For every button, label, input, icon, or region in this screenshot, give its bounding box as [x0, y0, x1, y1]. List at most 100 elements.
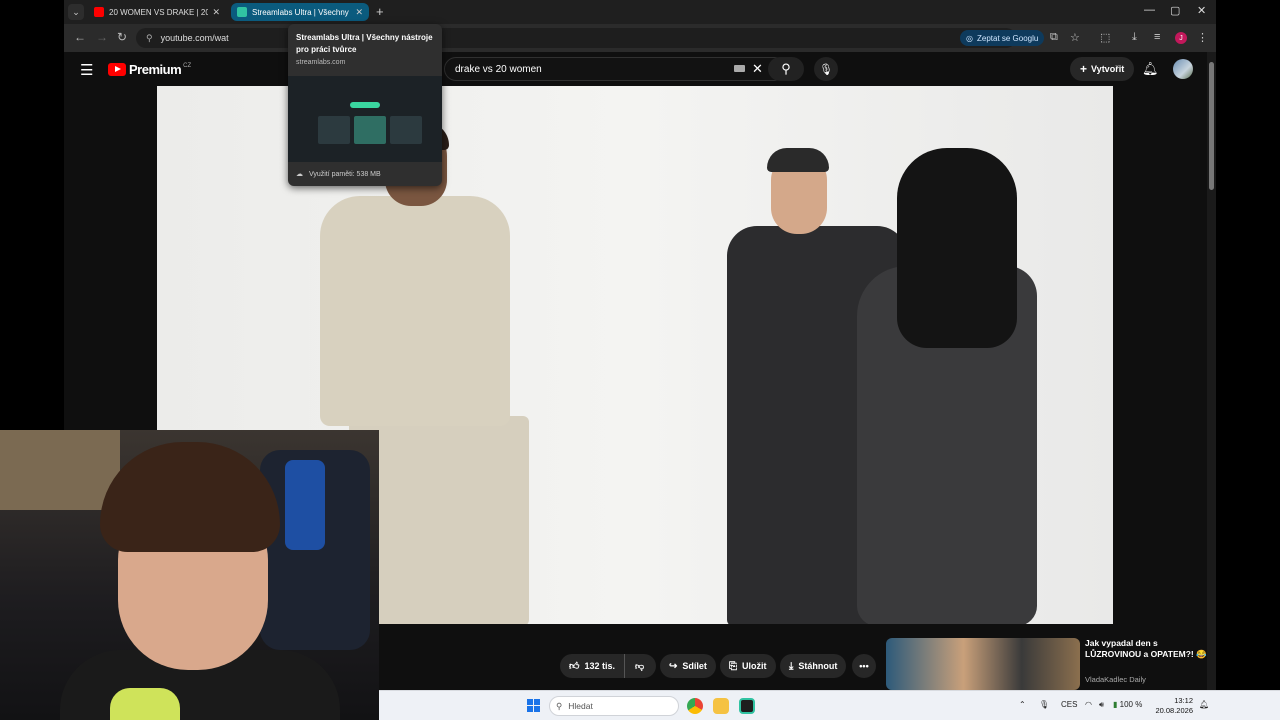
tab-search-button[interactable]: ⌄ [68, 4, 84, 20]
share-button[interactable]: ↪ Sdílet [660, 654, 716, 678]
create-button[interactable]: + Vytvořit [1070, 57, 1135, 81]
volume-icon[interactable]: 🔊︎ [1099, 700, 1104, 710]
bookmark-star-icon[interactable]: ☆ [1070, 31, 1080, 44]
person-figure [897, 148, 1017, 348]
gaming-chair [285, 460, 325, 550]
create-label: Vytvořit [1091, 64, 1125, 74]
search-icon: ⚲ [556, 700, 563, 711]
webcam-overlay [0, 430, 379, 720]
microphone-icon[interactable]: 🎙︎ [1039, 700, 1049, 709]
search-button[interactable]: ⚲ [768, 57, 804, 81]
hover-card-domain: streamlabs.com [296, 59, 346, 66]
account-avatar[interactable] [1173, 59, 1193, 79]
tab-close-icon[interactable]: ✕ [355, 7, 363, 18]
save-label: Uložit [742, 661, 767, 671]
clock-date: 20.08.2026 [1155, 706, 1193, 715]
streamlabs-favicon-icon [237, 7, 247, 17]
memory-icon: ☁ [296, 171, 303, 178]
youtube-premium-logo[interactable]: Premium CZ [108, 62, 191, 77]
site-info-icon[interactable]: ⚲ [146, 33, 153, 44]
tab-close-icon[interactable]: ✕ [212, 7, 220, 18]
recommendation-thumbnail[interactable] [886, 638, 1080, 690]
tab-label: 20 WOMEN VS DRAKE | 20 V 1 [109, 7, 209, 17]
tab-label: Streamlabs Ultra | Všechny nás [252, 7, 351, 17]
battery-percent: 100 % [1119, 700, 1143, 709]
preview-card [390, 116, 422, 144]
tab-streamlabs[interactable]: Streamlabs Ultra | Všechny nás ✕ [231, 3, 369, 21]
search-query: drake vs 20 women [455, 63, 542, 75]
file-explorer-icon[interactable] [713, 698, 729, 714]
battery-indicator[interactable]: ▮ 100 % [1113, 700, 1142, 709]
clear-search-icon[interactable]: ✕ [752, 61, 763, 77]
app-icon[interactable] [739, 698, 755, 714]
lens-icon: ◎ [966, 33, 973, 43]
taskbar-search-input[interactable]: ⚲ Hledat [549, 696, 679, 716]
hover-card-memory: ☁ Využití paměti: 538 MB [296, 170, 381, 178]
address-toolbar: ← → ↻ ⚲ youtube.com/wat ◎ Zeptat se Goog… [64, 24, 1216, 52]
system-clock[interactable]: 13:12 20.08.2026 [1153, 696, 1193, 716]
youtube-play-icon [108, 63, 126, 76]
install-app-icon[interactable]: ⧉ [1050, 31, 1058, 44]
share-label: Sdílet [682, 661, 707, 671]
keyboard-icon[interactable] [734, 65, 745, 72]
back-icon[interactable]: ← [74, 30, 86, 44]
thumbs-down-icon: 👎︎ [635, 660, 645, 671]
preview-cta [350, 102, 380, 108]
maximize-icon[interactable]: ▢ [1170, 4, 1180, 17]
hamburger-menu-icon[interactable]: ☰ [80, 61, 93, 79]
more-actions-button[interactable]: ••• [852, 654, 876, 678]
reading-list-icon[interactable]: ≡ [1154, 31, 1160, 43]
show-hidden-icons[interactable]: ⌃ [1019, 700, 1026, 709]
wifi-icon[interactable]: ◠ [1085, 700, 1092, 709]
recommendation-channel[interactable]: VladaKadlec Daily [1085, 675, 1146, 684]
download-button[interactable]: ⤓ Stáhnout [780, 654, 847, 678]
profile-avatar[interactable]: J [1175, 32, 1187, 44]
reload-icon[interactable]: ↻ [117, 30, 127, 44]
forward-icon[interactable]: → [96, 30, 108, 44]
like-count: 132 tis. [584, 661, 615, 671]
screen: ⌄ 20 WOMEN VS DRAKE | 20 V 1 ✕ Streamlab… [0, 0, 1280, 720]
memory-text: Využití paměti: 538 MB [308, 171, 381, 178]
ask-google-button[interactable]: ◎ Zeptat se Googlu [960, 30, 1045, 46]
download-label: Stáhnout [798, 661, 838, 671]
thumbs-up-icon: 👍︎ [569, 661, 580, 672]
download-icon: ⤓ [789, 660, 794, 672]
windows-taskbar: ⚲ Hledat ⌃ 🎙︎ CES ◠ 🔊︎ ▮ 100 % 13:12 20.… [379, 690, 1280, 720]
person-figure [320, 196, 510, 426]
microphone-icon: 🎙︎ [819, 63, 833, 76]
preview-card [318, 116, 350, 144]
clock-time: 13:12 [1174, 696, 1193, 705]
share-icon: ↪ [669, 660, 678, 672]
url-text: youtube.com/wat [160, 33, 229, 43]
windows-start-icon[interactable] [527, 699, 541, 713]
menu-kebab-icon[interactable]: ⋮ [1197, 31, 1208, 44]
logo-word: Premium [129, 62, 182, 77]
notifications-icon[interactable]: 🔔︎ [1199, 700, 1209, 709]
plus-icon: + [1080, 62, 1088, 76]
new-tab-icon[interactable]: + [376, 4, 384, 19]
notifications-bell-icon[interactable]: 🔔︎ [1142, 61, 1159, 77]
close-window-icon[interactable]: ✕ [1197, 4, 1206, 17]
bottle [110, 688, 180, 720]
person-figure [767, 148, 829, 172]
language-indicator[interactable]: CES [1061, 700, 1077, 709]
more-horizontal-icon: ••• [859, 661, 869, 671]
webcam-background [0, 430, 120, 510]
extensions-icon[interactable]: ⬚ [1100, 31, 1110, 44]
recommendation-title[interactable]: Jak vypadal den s LŮZROVINOU a OPATEM?! … [1085, 638, 1213, 660]
chrome-icon[interactable] [687, 698, 703, 714]
youtube-header: ☰ Premium CZ drake vs 20 women ✕ ⚲ 🎙︎ + … [64, 52, 1216, 86]
minimize-icon[interactable]: — [1144, 4, 1155, 16]
voice-search-button[interactable]: 🎙︎ [814, 57, 838, 81]
preview-card [354, 116, 386, 144]
country-code: CZ [183, 62, 192, 69]
dislike-button[interactable]: 👎︎ [624, 654, 656, 678]
page-scrollbar[interactable] [1207, 52, 1216, 690]
downloads-icon[interactable]: ⤓ [1132, 31, 1137, 44]
bookmark-icon: ⎘ [729, 660, 737, 672]
save-button[interactable]: ⎘ Uložit [720, 654, 776, 678]
address-bar[interactable]: ⚲ youtube.com/wat [136, 28, 1016, 48]
scrollbar-thumb[interactable] [1209, 62, 1214, 190]
youtube-favicon-icon [94, 7, 104, 17]
tab-youtube[interactable]: 20 WOMEN VS DRAKE | 20 V 1 ✕ [88, 3, 226, 21]
